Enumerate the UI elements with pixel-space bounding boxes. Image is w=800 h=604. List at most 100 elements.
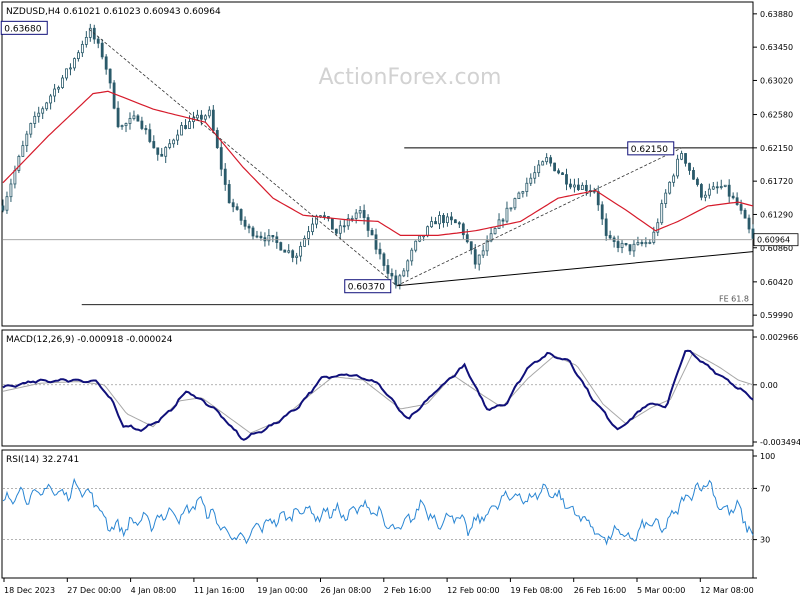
candle-body — [180, 125, 183, 136]
candle-body — [132, 115, 136, 119]
price-y-tick-label: 0.63020 — [760, 76, 793, 85]
price-y-tick-label: 0.63450 — [760, 43, 793, 52]
macd-panel-title: MACD(12,26,9) -0.000918 -0.000024 — [6, 335, 173, 345]
watermark: ActionForex.com — [319, 65, 502, 90]
candle-body — [311, 223, 314, 233]
candle-body — [168, 143, 172, 148]
candle-body — [465, 234, 469, 243]
candle-body — [112, 82, 116, 109]
x-tick-label: 27 Dec 00:00 — [67, 586, 121, 595]
candle-body — [239, 209, 243, 221]
price-annotation-label: 0.63680 — [4, 24, 41, 34]
macd-signal-line — [2, 351, 754, 434]
candle-body — [57, 87, 60, 90]
candle-body — [160, 153, 164, 157]
candle-body — [549, 157, 553, 164]
candle-body — [235, 206, 239, 210]
candle-body — [561, 172, 564, 175]
candle-body — [477, 254, 481, 265]
candle-body — [398, 275, 402, 286]
x-axis: 18 Dec 2023 27 Dec 00:00 4 Jan 08:00 11 Jan… — [3, 578, 754, 595]
candle-body — [648, 242, 652, 244]
rsi-panel: RSI(14) 32.2741 100 70 30 — [1, 449, 775, 579]
candle-body — [541, 161, 545, 166]
candle-body — [652, 231, 656, 243]
candle-body — [473, 249, 477, 265]
candle-body — [580, 184, 584, 190]
candle-body — [29, 123, 33, 135]
candle-body — [723, 184, 727, 187]
candle-body — [263, 237, 267, 242]
macd-panel: MACD(12,26,9) -0.000918 -0.000024 0.00296… — [1, 329, 800, 447]
candle-body — [207, 109, 211, 117]
candle-body — [21, 145, 25, 157]
candle-body — [49, 95, 53, 104]
macd-y-tick-label: -0.003494 — [760, 438, 800, 447]
candle-body — [172, 139, 176, 145]
candle-body — [291, 250, 295, 258]
candle-body — [96, 38, 100, 44]
candle-body — [620, 242, 624, 248]
candle-body — [358, 210, 362, 214]
candle-body — [9, 183, 13, 198]
candle-body — [196, 114, 199, 119]
candle-body — [164, 147, 168, 157]
candle-body — [569, 183, 572, 188]
candle-body — [739, 204, 743, 211]
candle-body — [271, 235, 275, 238]
candle-body — [386, 265, 390, 274]
candle-body — [446, 216, 449, 224]
x-tick-label: 12 Mar 08:00 — [700, 586, 753, 595]
candle-body — [707, 188, 711, 196]
candle-body — [430, 221, 433, 228]
candle-body — [203, 115, 207, 120]
candle-body — [628, 244, 632, 252]
candle-body — [219, 147, 223, 170]
candle-body — [41, 108, 45, 114]
candle-body — [747, 217, 751, 230]
candle-body — [703, 194, 707, 198]
candle-body — [315, 215, 318, 225]
candle-body — [124, 123, 128, 127]
candle-body — [442, 215, 445, 224]
candle-body — [215, 130, 219, 148]
candle-body — [426, 226, 430, 237]
candle-body — [45, 102, 49, 110]
candle-body — [299, 245, 303, 257]
candle-body — [184, 125, 187, 129]
x-tick-label: 19 Jan 00:00 — [257, 586, 308, 595]
x-tick-label: 12 Feb 00:00 — [447, 586, 499, 595]
price-annotation-label: 0.62150 — [631, 145, 668, 155]
candle-body — [461, 223, 465, 236]
candle-body — [481, 250, 485, 256]
candle-body — [700, 184, 703, 198]
candle-body — [354, 212, 358, 219]
candle-body — [350, 217, 354, 220]
candle-body — [17, 156, 21, 171]
x-tick-label: 26 Feb 16:00 — [574, 586, 626, 595]
candle-body — [434, 221, 437, 225]
candle-body — [576, 184, 580, 190]
candle-body — [323, 215, 326, 218]
candle-body — [76, 52, 80, 59]
candle-body — [513, 198, 517, 209]
candle-body — [338, 225, 342, 234]
candle-body — [414, 240, 418, 251]
rsi-panel-title: RSI(14) 32.2741 — [6, 455, 79, 465]
candle-body — [53, 88, 56, 97]
candle-body — [366, 217, 370, 231]
candle-body — [688, 162, 691, 171]
candle-body — [394, 275, 398, 286]
candle-body — [136, 115, 140, 122]
candle-body — [632, 243, 636, 252]
candle-body — [13, 170, 17, 185]
candle-body — [231, 202, 235, 208]
candle-body — [307, 231, 310, 239]
candle-body — [553, 162, 556, 172]
candle-body — [342, 225, 346, 228]
candle-body — [557, 170, 560, 174]
candle-body — [529, 177, 533, 184]
candle-body — [148, 129, 152, 142]
candle-body — [493, 228, 497, 235]
candle-body — [600, 204, 604, 220]
